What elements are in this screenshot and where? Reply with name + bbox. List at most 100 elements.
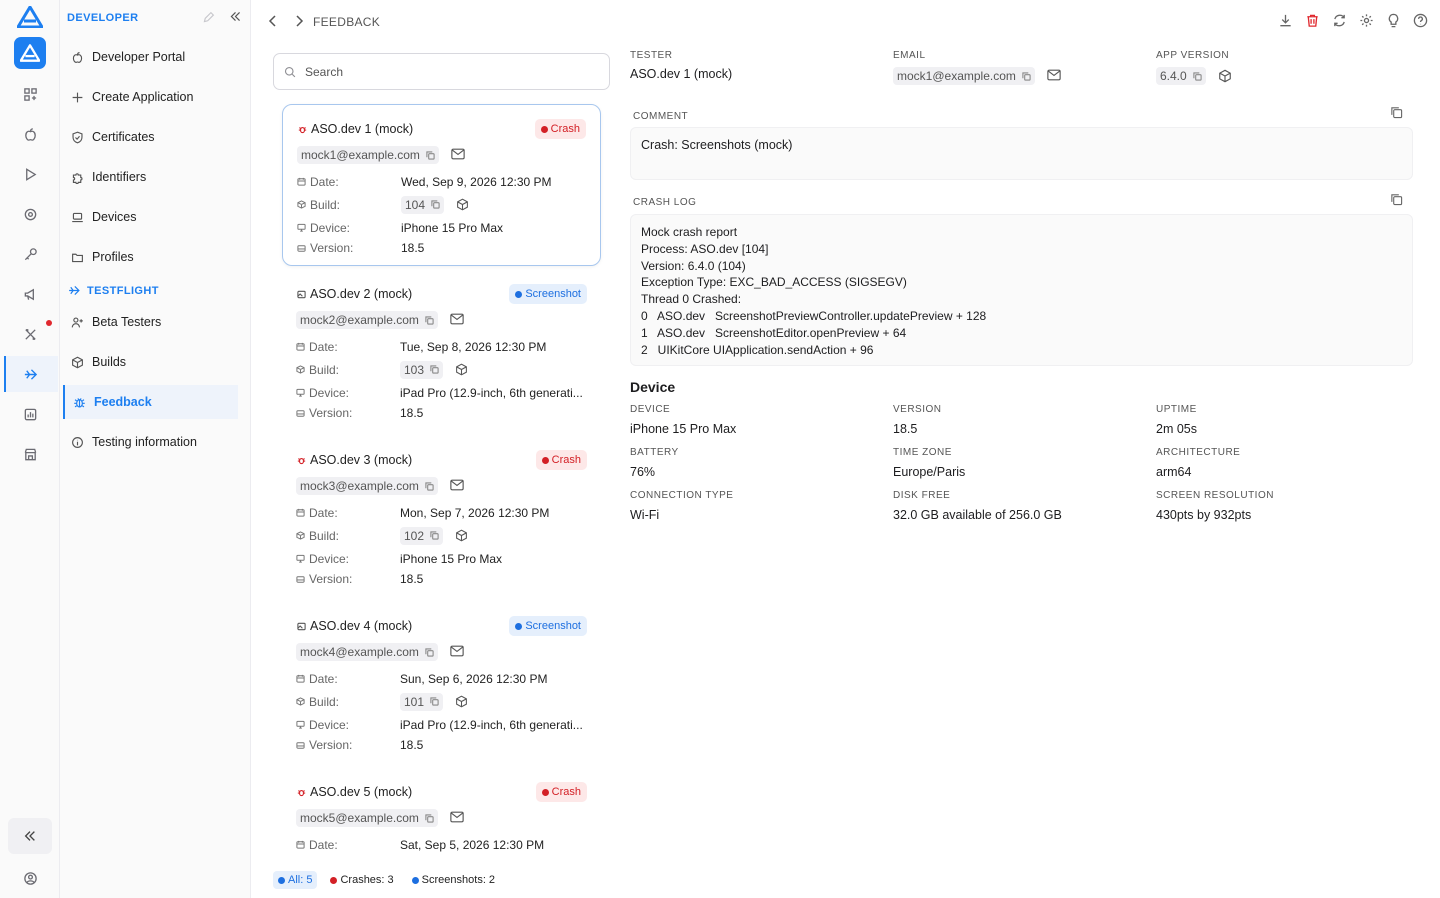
collapse-sidebar-button[interactable] <box>8 818 52 854</box>
nav-item-builds[interactable]: Builds <box>63 345 238 379</box>
download-icon[interactable] <box>1278 13 1293 28</box>
play-icon[interactable] <box>20 164 40 184</box>
app-version-field: APP VERSION 6.4.0 <box>1156 50 1232 85</box>
section-developer-label: DEVELOPER <box>67 12 139 24</box>
nav-item-label: Identifiers <box>92 170 147 184</box>
mail-icon[interactable] <box>450 811 464 826</box>
feedback-card[interactable]: ASO.dev 1 (mock) Crash mock1@example.com… <box>282 104 601 266</box>
key-icon[interactable] <box>20 244 40 264</box>
crash-log-box: Mock crash report Process: ASO.dev [104]… <box>630 214 1413 366</box>
crash-log-label: CRASH LOG <box>633 197 697 208</box>
email-pill[interactable]: mock2@example.com <box>296 311 438 329</box>
mail-icon[interactable] <box>1047 69 1061 84</box>
cube-icon[interactable] <box>456 198 469 211</box>
build-pill[interactable]: 102 <box>400 526 444 545</box>
apple-icon[interactable] <box>20 124 40 144</box>
info-icon <box>72 436 83 448</box>
analytics-icon[interactable] <box>20 404 40 424</box>
copy-comment-icon[interactable] <box>1390 106 1403 122</box>
trash-icon[interactable] <box>1305 13 1320 28</box>
cube-icon[interactable] <box>1218 69 1232 83</box>
build-pill[interactable]: 104 <box>401 195 445 214</box>
crash-log-line: 2 UIKitCore UIApplication.sendAction + 9… <box>641 342 874 357</box>
nav-item-create-application[interactable]: Create Application <box>63 80 238 114</box>
mail-icon[interactable] <box>450 313 464 328</box>
megaphone-icon[interactable] <box>20 284 40 304</box>
cube-icon[interactable] <box>455 363 468 376</box>
nav-item-testing-information[interactable]: Testing information <box>63 425 238 459</box>
build-label: Build: <box>310 197 341 212</box>
cube-icon[interactable] <box>455 529 468 542</box>
nav-item-feedback[interactable]: Feedback <box>63 385 238 419</box>
refresh-icon[interactable] <box>1332 13 1347 28</box>
build-pill[interactable]: 101 <box>400 692 444 711</box>
search-box[interactable] <box>273 53 610 90</box>
device-section-title: Device <box>630 379 676 395</box>
card-date: Tue, Sep 8, 2026 12:30 PM <box>400 339 547 354</box>
tester-value: ASO.dev 1 (mock) <box>630 67 733 81</box>
nav-item-profiles[interactable]: Profiles <box>63 240 238 274</box>
testflight-icon[interactable] <box>20 364 40 384</box>
nav-item-label: Create Application <box>92 90 194 104</box>
card-date: Sun, Sep 6, 2026 12:30 PM <box>400 671 548 686</box>
filter-screenshots[interactable]: Screenshots: 2 <box>407 871 500 889</box>
filter-all-label: All: 5 <box>288 874 313 886</box>
forward-chevron-icon[interactable] <box>293 14 305 31</box>
device-field-value: 430pts by 932pts <box>1156 508 1252 522</box>
device-field-value: iPhone 15 Pro Max <box>630 422 737 436</box>
mail-icon[interactable] <box>450 645 464 660</box>
app-logo-icon[interactable] <box>14 37 46 69</box>
back-chevron-icon[interactable] <box>267 14 279 31</box>
help-icon[interactable] <box>1413 13 1428 28</box>
lightbulb-icon[interactable] <box>1386 13 1401 28</box>
status-badge-label: Crash <box>551 786 581 798</box>
feedback-card[interactable]: ASO.dev 2 (mock) Screenshot mock2@exampl… <box>282 270 601 432</box>
image-icon <box>296 621 306 631</box>
nav-item-devices[interactable]: Devices <box>63 200 238 234</box>
email-pill[interactable]: mock5@example.com <box>296 809 438 827</box>
card-build: 104 <box>405 197 426 212</box>
card-device: iPad Pro (12.9-inch, 6th generati... <box>400 717 583 732</box>
mail-icon[interactable] <box>451 148 465 163</box>
feedback-card[interactable]: ASO.dev 3 (mock) Crash mock3@example.com… <box>282 436 601 598</box>
nav-item-label: Devices <box>92 210 137 224</box>
search-input[interactable] <box>305 64 585 79</box>
build-pill[interactable]: 103 <box>400 360 444 379</box>
mail-icon[interactable] <box>450 479 464 494</box>
nav-item-certificates[interactable]: Certificates <box>63 120 238 154</box>
nav-item-developer-portal[interactable]: Developer Portal <box>63 40 238 74</box>
device-label: Device: <box>309 551 350 566</box>
crash-log-line: Process: ASO.dev [104] <box>641 241 769 256</box>
account-icon[interactable] <box>20 868 40 888</box>
copy-crash-log-icon[interactable] <box>1390 193 1403 209</box>
feedback-card[interactable]: ASO.dev 5 (mock) Crash mock5@example.com… <box>282 768 601 858</box>
cube-icon[interactable] <box>455 695 468 708</box>
feedback-card[interactable]: ASO.dev 4 (mock) Screenshot mock4@exampl… <box>282 602 601 764</box>
card-email: mock5@example.com <box>300 811 419 825</box>
email-pill[interactable]: mock3@example.com <box>296 477 438 495</box>
cube-icon <box>297 200 306 209</box>
email-pill[interactable]: mock1@example.com <box>297 146 439 164</box>
nav-item-identifiers[interactable]: Identifiers <box>63 160 238 194</box>
app-version-pill[interactable]: 6.4.0 <box>1156 67 1206 85</box>
card-email: mock3@example.com <box>300 479 419 493</box>
nav-item-beta-testers[interactable]: Beta Testers <box>63 305 238 339</box>
nav-item-label: Builds <box>92 355 127 369</box>
card-tester-name: ASO.dev 2 (mock) <box>310 287 413 301</box>
card-version: 18.5 <box>400 738 424 752</box>
collapse-nav-icon[interactable] <box>229 10 242 26</box>
filter-all[interactable]: All: 5 <box>273 871 318 889</box>
filter-crashes[interactable]: Crashes: 3 <box>325 871 398 889</box>
gear-icon[interactable] <box>1359 13 1374 28</box>
comment-label: COMMENT <box>633 111 689 122</box>
device-field-value: arm64 <box>1156 465 1192 479</box>
store-icon[interactable] <box>20 444 40 464</box>
edit-icon[interactable] <box>202 11 215 27</box>
grid-icon[interactable] <box>20 84 40 104</box>
tools-icon[interactable] <box>20 324 40 344</box>
email-pill[interactable]: mock4@example.com <box>296 643 438 661</box>
email-pill[interactable]: mock1@example.com <box>893 67 1035 85</box>
device-field-label: DEVICE <box>630 404 671 415</box>
target-icon[interactable] <box>20 204 40 224</box>
device-field-label: ARCHITECTURE <box>1156 447 1241 458</box>
